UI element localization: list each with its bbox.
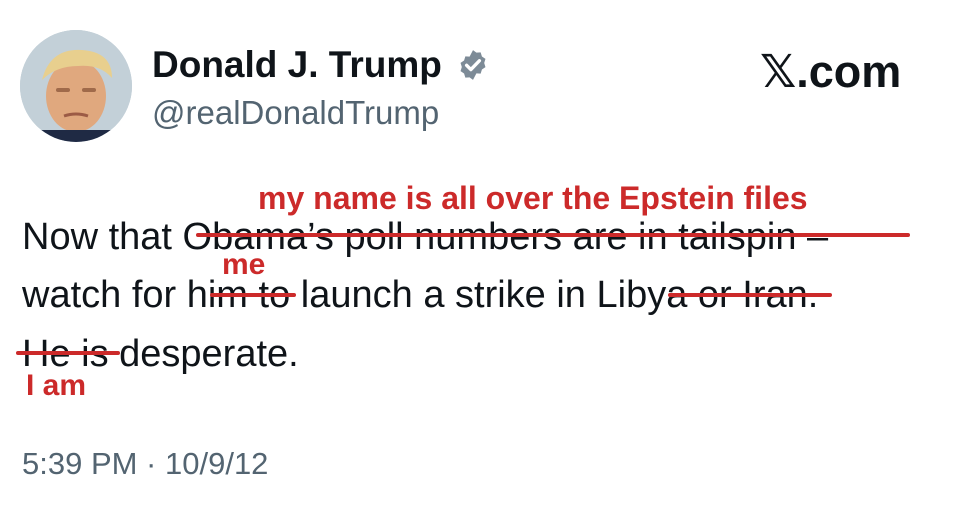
text-segment: Now that bbox=[22, 216, 172, 258]
text-segment: to launch a strike in bbox=[258, 274, 586, 316]
strikethrough-line bbox=[668, 293, 832, 297]
display-name[interactable]: Donald J. Trump bbox=[152, 44, 442, 86]
tweet-line-1: Now that Obama’s poll numbers are in tai… bbox=[22, 214, 828, 260]
x-logo: 𝕏.com bbox=[760, 46, 902, 97]
tweet-timestamp[interactable]: 5:39 PM · 10/9/12 bbox=[22, 446, 268, 482]
strikethrough-line bbox=[16, 351, 120, 355]
annotation-line3: I am bbox=[26, 369, 87, 402]
strikethrough-line bbox=[210, 293, 296, 297]
profile-photo-avatar bbox=[20, 30, 132, 142]
text-segment: watch for bbox=[22, 274, 177, 316]
user-handle[interactable]: @realDonaldTrump bbox=[152, 94, 439, 132]
strikethrough-line bbox=[196, 233, 910, 237]
struck-text: Obama’s poll numbers are in tailspin bbox=[182, 216, 797, 258]
text-segment: desperate. bbox=[119, 333, 299, 375]
verified-badge-icon bbox=[456, 48, 490, 82]
annotation-line1: my name is all over the Epstein files bbox=[258, 180, 808, 216]
avatar[interactable] bbox=[20, 30, 132, 142]
text-segment: – bbox=[807, 216, 829, 258]
